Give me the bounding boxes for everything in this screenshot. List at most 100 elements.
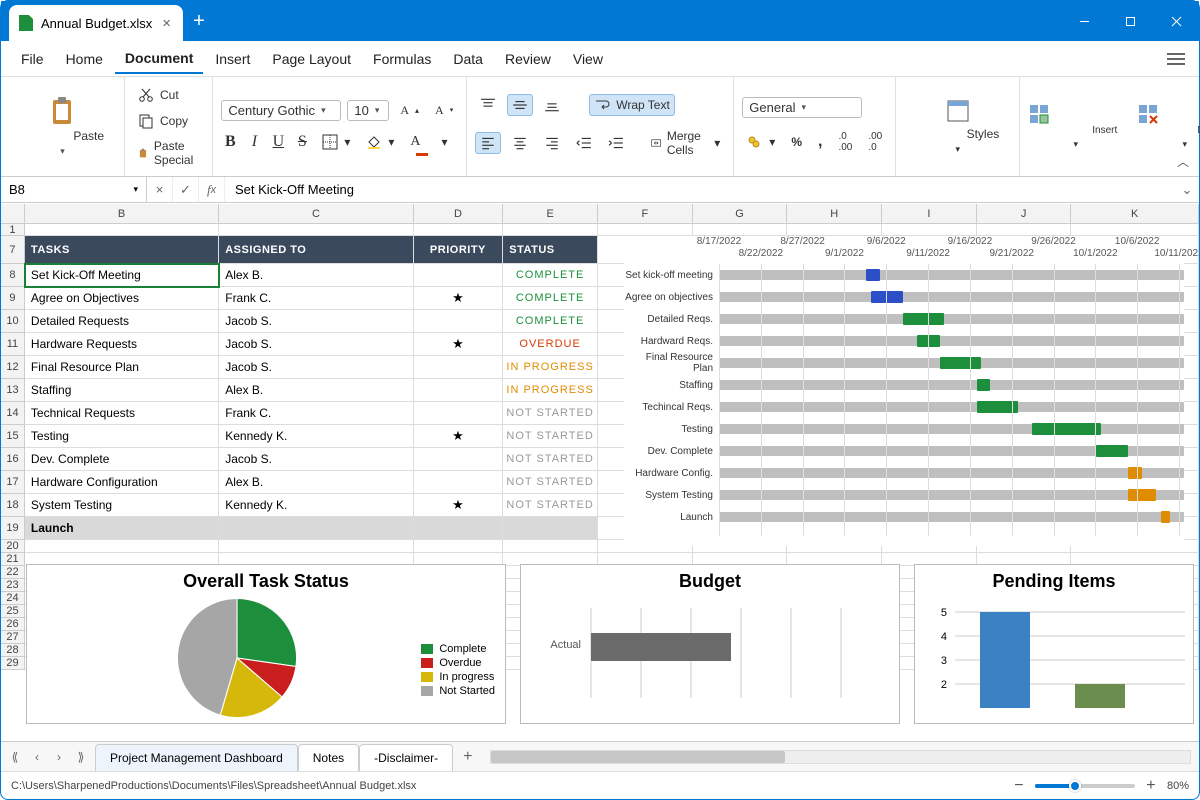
row-header-7[interactable]: 7 (1, 236, 25, 264)
cell[interactable] (414, 402, 504, 425)
cell[interactable]: Hardware Configuration (25, 471, 219, 494)
fx-button[interactable]: fx (199, 177, 225, 202)
cell[interactable] (25, 540, 219, 553)
sheet-tab[interactable]: -Disclaimer- (359, 744, 453, 771)
increase-indent-button[interactable] (603, 132, 629, 154)
accept-formula-button[interactable]: ✓ (173, 177, 199, 202)
name-box[interactable]: B8▾ (1, 177, 147, 202)
comma-button[interactable]: , (813, 130, 827, 154)
menu-overflow-icon[interactable] (1163, 48, 1189, 70)
row-header-29[interactable]: 29 (1, 657, 25, 670)
cell[interactable] (414, 264, 504, 287)
number-format-dropdown[interactable]: General▾ (742, 97, 862, 118)
cancel-formula-button[interactable]: × (147, 177, 173, 202)
column-header-H[interactable]: H (787, 204, 882, 223)
row-header-21[interactable]: 21 (1, 553, 25, 566)
styles-group[interactable]: Styles▾ (896, 77, 1020, 176)
cut-button[interactable]: Cut (133, 84, 204, 106)
cell[interactable]: Technical Requests (25, 402, 219, 425)
column-header-F[interactable]: F (598, 204, 693, 223)
cell[interactable]: Kennedy K. (219, 494, 413, 517)
align-bottom-button[interactable] (539, 94, 565, 116)
cell[interactable] (414, 356, 504, 379)
zoom-slider[interactable] (1035, 784, 1135, 788)
close-tab-icon[interactable]: × (160, 15, 173, 32)
cell[interactable]: Detailed Requests (25, 310, 219, 333)
cell[interactable]: Final Resource Plan (25, 356, 219, 379)
cell[interactable]: Alex B. (219, 264, 413, 287)
column-header-E[interactable]: E (503, 204, 598, 223)
cell[interactable]: STATUS (503, 236, 598, 264)
font-color-button[interactable]: A▾ (405, 131, 452, 154)
row-header-8[interactable]: 8 (1, 264, 25, 287)
menu-view[interactable]: View (563, 45, 613, 73)
cell[interactable] (414, 471, 504, 494)
align-top-button[interactable] (475, 94, 501, 116)
zoom-in-button[interactable]: + (1143, 777, 1159, 795)
expand-formula-bar-button[interactable]: ⌄ (1175, 177, 1199, 202)
cell[interactable] (414, 310, 504, 333)
decrease-indent-button[interactable] (571, 132, 597, 154)
font-family-dropdown[interactable]: Century Gothic▾ (221, 100, 341, 121)
sheet-next-button[interactable]: › (49, 747, 69, 767)
merge-cells-button[interactable]: Merge Cells▾ (646, 126, 726, 160)
column-header-K[interactable]: K (1071, 204, 1199, 223)
maximize-button[interactable] (1107, 1, 1153, 41)
minimize-button[interactable] (1061, 1, 1107, 41)
row-header-11[interactable]: 11 (1, 333, 25, 356)
cell[interactable] (219, 224, 413, 236)
cell[interactable] (219, 517, 413, 540)
cell[interactable] (1071, 224, 1199, 236)
row-header-24[interactable]: 24 (1, 592, 25, 605)
align-right-button[interactable] (539, 132, 565, 154)
align-left-button[interactable] (475, 132, 501, 154)
wrap-text-button[interactable]: Wrap Text (589, 94, 675, 116)
sheet-last-button[interactable]: ⟫ (71, 747, 91, 767)
column-header-G[interactable]: G (693, 204, 788, 223)
paste-special-button[interactable]: Paste Special (133, 136, 204, 170)
close-window-button[interactable] (1153, 1, 1199, 41)
cell[interactable]: NOT STARTED (503, 402, 598, 425)
cell[interactable]: Testing (25, 425, 219, 448)
row-header-18[interactable]: 18 (1, 494, 25, 517)
cell[interactable]: Frank C. (219, 402, 413, 425)
column-header-D[interactable]: D (414, 204, 504, 223)
sheet-first-button[interactable]: ⟪ (5, 747, 25, 767)
align-middle-button[interactable] (507, 94, 533, 116)
column-header-C[interactable]: C (219, 204, 413, 223)
cell[interactable]: ★ (414, 425, 504, 448)
cell[interactable]: Jacob S. (219, 333, 413, 356)
collapse-ribbon-button[interactable]: ︿ (1177, 153, 1189, 170)
cell[interactable]: NOT STARTED (503, 448, 598, 471)
chevron-down-icon[interactable]: ▾ (60, 146, 65, 157)
cell[interactable] (414, 448, 504, 471)
row-header-16[interactable]: 16 (1, 448, 25, 471)
sheet-prev-button[interactable]: ‹ (27, 747, 47, 767)
cell[interactable] (503, 224, 598, 236)
cell[interactable]: Alex B. (219, 471, 413, 494)
menu-file[interactable]: File (11, 45, 54, 73)
add-sheet-button[interactable]: + (453, 744, 482, 770)
row-header-17[interactable]: 17 (1, 471, 25, 494)
cell[interactable]: Frank C. (219, 287, 413, 310)
cell[interactable]: IN PROGRESS (503, 356, 598, 379)
menu-review[interactable]: Review (495, 45, 561, 73)
cell[interactable]: TASKS (25, 236, 219, 264)
cell[interactable] (693, 224, 788, 236)
row-header-26[interactable]: 26 (1, 618, 25, 631)
cell[interactable] (503, 517, 598, 540)
menu-document[interactable]: Document (115, 44, 203, 74)
row-header-1[interactable]: 1 (1, 224, 25, 236)
row-header-19[interactable]: 19 (1, 517, 25, 540)
cell[interactable]: Alex B. (219, 379, 413, 402)
cell[interactable]: IN PROGRESS (503, 379, 598, 402)
row-header-15[interactable]: 15 (1, 425, 25, 448)
cell[interactable]: COMPLETE (503, 264, 598, 287)
cell[interactable]: Set Kick-Off Meeting (25, 264, 219, 287)
menu-formulas[interactable]: Formulas (363, 45, 441, 73)
cell[interactable]: Jacob S. (219, 310, 413, 333)
cell[interactable]: Agree on Objectives (25, 287, 219, 310)
cell[interactable] (414, 379, 504, 402)
cell[interactable] (598, 224, 693, 236)
sheet-tab[interactable]: Notes (298, 744, 359, 771)
